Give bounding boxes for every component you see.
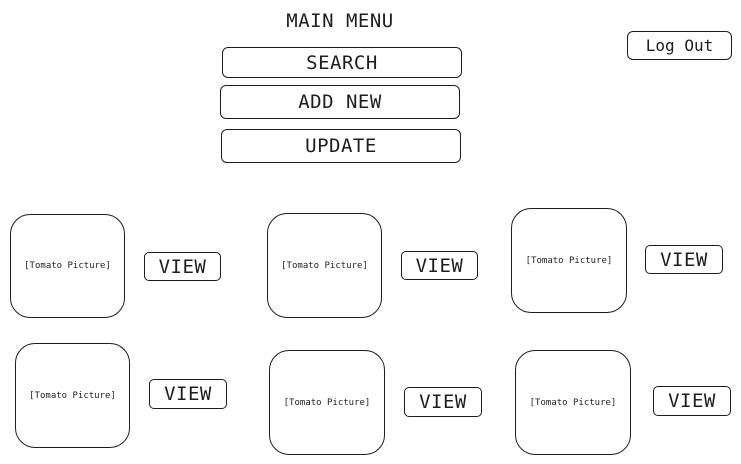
page-title: MAIN MENU: [286, 10, 394, 32]
view-button[interactable]: VIEW: [144, 252, 221, 281]
tomato-picture: [Tomato Picture]: [10, 214, 125, 318]
tomato-picture: [Tomato Picture]: [269, 350, 385, 455]
search-button[interactable]: SEARCH: [222, 47, 462, 78]
update-button[interactable]: UPDATE: [221, 129, 461, 163]
view-button[interactable]: VIEW: [149, 379, 227, 409]
tomato-picture: [Tomato Picture]: [515, 350, 631, 455]
view-button[interactable]: VIEW: [401, 251, 478, 280]
tomato-picture: [Tomato Picture]: [15, 343, 130, 448]
logout-button[interactable]: Log Out: [627, 31, 732, 60]
tomato-picture: [Tomato Picture]: [267, 213, 382, 318]
view-button[interactable]: VIEW: [404, 387, 482, 417]
view-button[interactable]: VIEW: [645, 245, 723, 274]
tomato-picture: [Tomato Picture]: [511, 208, 627, 313]
add-new-button[interactable]: ADD NEW: [220, 85, 460, 119]
view-button[interactable]: VIEW: [653, 386, 731, 416]
